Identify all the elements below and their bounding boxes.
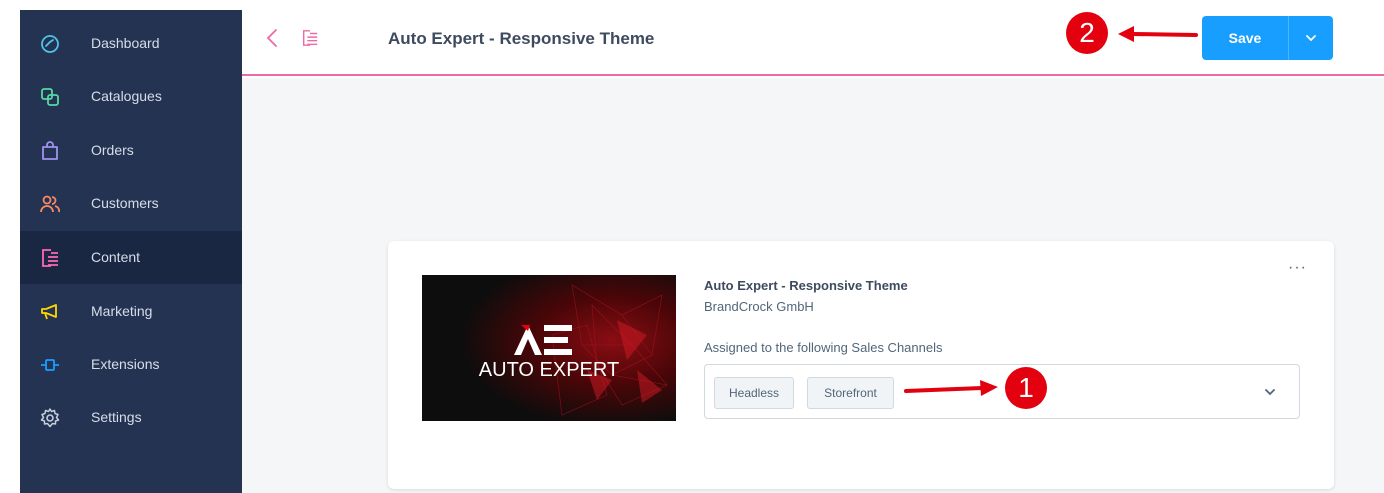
annotation-badge-1: 1 bbox=[1005, 367, 1047, 409]
megaphone-icon bbox=[41, 304, 57, 320]
sidebar-item-marketing[interactable]: Marketing bbox=[20, 285, 242, 338]
sidebar-item-label: Extensions bbox=[91, 356, 160, 372]
save-button-group: Save bbox=[1202, 16, 1333, 60]
sidebar: Dashboard Catalogues Orders Customers Co… bbox=[0, 0, 242, 493]
theme-card: AUTO EXPERT Auto Expert - Responsive The… bbox=[388, 241, 1334, 489]
customers-icon bbox=[40, 195, 60, 213]
annotation-arrow-1 bbox=[904, 380, 998, 396]
back-chevron-icon[interactable] bbox=[265, 28, 279, 48]
sidebar-item-label: Settings bbox=[91, 409, 142, 425]
assigned-channels-label: Assigned to the following Sales Channels bbox=[704, 340, 943, 355]
content-icon bbox=[42, 249, 58, 267]
chevron-down-icon bbox=[1306, 35, 1316, 42]
shopping-bag-icon bbox=[42, 141, 58, 160]
content-icon bbox=[302, 30, 318, 46]
main-content: AUTO EXPERT Auto Expert - Responsive The… bbox=[242, 78, 1384, 493]
sidebar-item-label: Catalogues bbox=[91, 88, 162, 104]
sidebar-item-settings[interactable]: Settings bbox=[20, 391, 242, 444]
theme-preview-art bbox=[422, 275, 676, 421]
theme-author: BrandCrock GmbH bbox=[704, 299, 814, 314]
sidebar-item-orders[interactable]: Orders bbox=[20, 124, 242, 177]
annotation-badge-2: 2 bbox=[1066, 12, 1108, 54]
annotation-arrow-2 bbox=[1118, 26, 1198, 42]
chevron-down-icon[interactable] bbox=[1263, 385, 1277, 399]
theme-logo-text: AUTO EXPERT bbox=[478, 359, 620, 381]
theme-preview-image: AUTO EXPERT bbox=[422, 275, 676, 421]
save-button[interactable]: Save bbox=[1202, 16, 1289, 60]
sidebar-nav: Dashboard Catalogues Orders Customers Co… bbox=[20, 10, 242, 493]
gauge-icon bbox=[41, 35, 59, 53]
catalogue-icon bbox=[41, 88, 59, 106]
sidebar-item-catalogues[interactable]: Catalogues bbox=[20, 70, 242, 123]
sidebar-item-label: Customers bbox=[91, 195, 159, 211]
theme-name: Auto Expert - Responsive Theme bbox=[704, 278, 908, 293]
sidebar-item-customers[interactable]: Customers bbox=[20, 177, 242, 230]
plug-icon bbox=[41, 359, 59, 371]
sidebar-item-content[interactable]: Content bbox=[20, 231, 242, 284]
page-header: Auto Expert - Responsive Theme Save bbox=[242, 0, 1384, 76]
sidebar-item-dashboard[interactable]: Dashboard bbox=[20, 17, 242, 70]
more-options-button[interactable]: ··· bbox=[1288, 259, 1307, 277]
channel-chip-storefront[interactable]: Storefront bbox=[807, 377, 894, 409]
sidebar-item-label: Dashboard bbox=[91, 35, 160, 51]
gear-icon bbox=[40, 408, 60, 428]
channel-chip-headless[interactable]: Headless bbox=[714, 377, 794, 409]
save-options-button[interactable] bbox=[1289, 16, 1333, 60]
sidebar-item-label: Marketing bbox=[91, 303, 153, 319]
page-title: Auto Expert - Responsive Theme bbox=[388, 29, 655, 48]
sidebar-item-label: Content bbox=[91, 249, 141, 265]
sales-channel-select[interactable]: Headless Storefront bbox=[704, 364, 1300, 419]
sidebar-item-extensions[interactable]: Extensions bbox=[20, 338, 242, 391]
sidebar-item-label: Orders bbox=[91, 142, 134, 158]
